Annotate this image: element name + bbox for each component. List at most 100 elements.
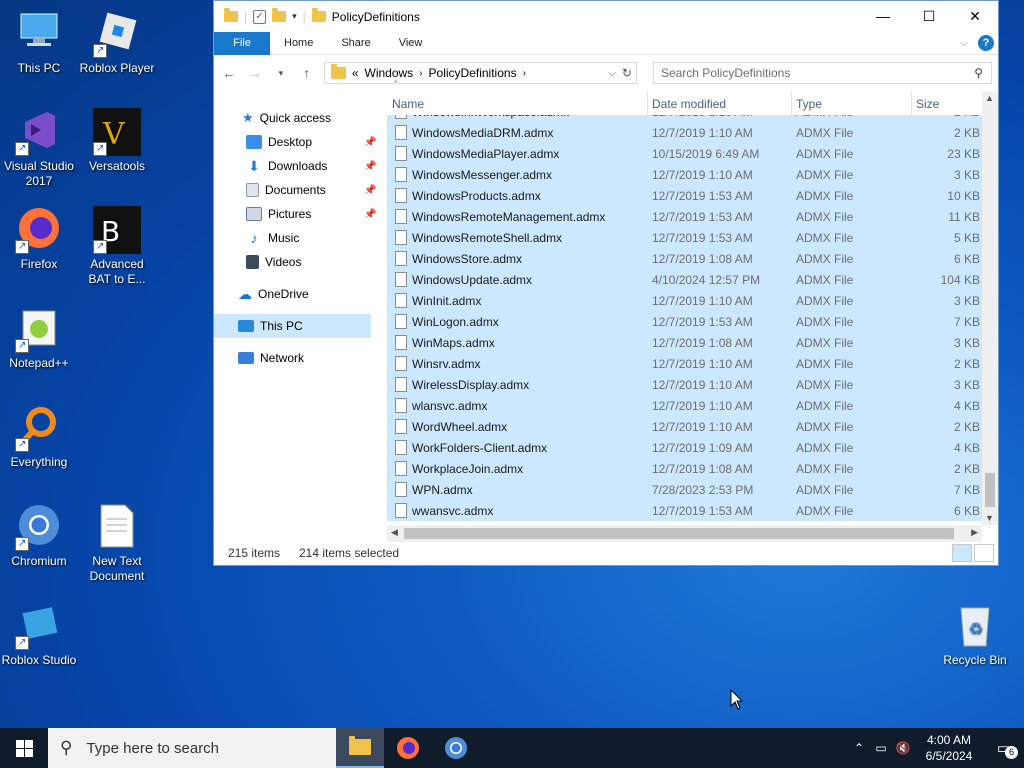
address-dropdown-icon[interactable]: ⌵ [608, 68, 616, 79]
scrollbar-thumb[interactable] [985, 473, 995, 507]
desktop-icon-firefox[interactable]: Firefox [0, 206, 78, 272]
nav-videos[interactable]: Videos [246, 250, 301, 274]
file-row[interactable]: WorkplaceJoin.admx 12/7/2019 1:08 AM ADMX … [387, 458, 982, 479]
desktop-icon-new-text-document[interactable]: New Text Document [78, 503, 156, 584]
scroll-up-icon[interactable]: ▲ [985, 93, 994, 103]
large-icons-view-icon[interactable] [974, 544, 994, 562]
file-row[interactable]: WindowsProducts.admx 12/7/2019 1:53 AM ADM… [387, 185, 982, 206]
search-input[interactable]: Search PolicyDefinitions ⚲ [652, 62, 993, 84]
desktop-icon-roblox-studio[interactable]: Roblox Studio [0, 602, 78, 668]
recent-locations-icon[interactable]: ▾ [272, 68, 290, 79]
scroll-right-icon[interactable]: ▶ [971, 527, 978, 538]
taskbar-firefox[interactable] [384, 728, 432, 768]
breadcrumb-separator-icon[interactable]: › [419, 68, 422, 79]
column-divider[interactable] [647, 91, 648, 115]
desktop-icon-versatools[interactable]: V Versatools [78, 108, 156, 174]
file-row[interactable]: WPN.admx 7/28/2023 2:53 PM ADMX File 7 KB [387, 479, 982, 500]
file-row[interactable]: WinLogon.admx 12/7/2019 1:53 AM ADMX File 7… [387, 311, 982, 332]
back-arrow-icon[interactable]: ← [220, 65, 238, 81]
column-divider[interactable] [791, 91, 792, 115]
volume-muted-icon[interactable]: 🔇 [892, 741, 914, 755]
maximize-button[interactable]: ☐ [906, 1, 952, 31]
pin-icon[interactable]: 📌 [364, 185, 376, 196]
nav-this-pc[interactable]: This PC [214, 314, 371, 338]
file-row[interactable]: Winsrv.admx 12/7/2019 1:10 AM ADMX File 2 K… [387, 353, 982, 374]
pin-icon[interactable]: 📌 [364, 209, 376, 220]
file-row[interactable]: WinMaps.admx 12/7/2019 1:08 AM ADMX File 3 … [387, 332, 982, 353]
file-row[interactable]: WindowsMediaDRM.admx 12/7/2019 1:10 AM ADM… [387, 122, 982, 143]
close-button[interactable]: ✕ [952, 1, 998, 31]
file-row[interactable]: WindowsInkWorkspace.admx 12/7/2019 1:10 A… [387, 115, 982, 122]
start-button[interactable] [0, 728, 48, 768]
nav-documents[interactable]: Documents 📌 [246, 178, 376, 202]
title-bar[interactable]: | ✓ ▾ | PolicyDefinitions — ☐ ✕ [214, 1, 998, 32]
desktop-icon-notepad[interactable]: Notepad++ [0, 305, 78, 371]
desktop-icon-advanced-bat-to-e[interactable]: B Advanced BAT to E... [78, 206, 156, 287]
file-row[interactable]: WorkFolders-Client.admx 12/7/2019 1:09 AM… [387, 437, 982, 458]
address-bar[interactable]: « Windows › PolicyDefinitions › ⌵ ↻ [323, 62, 637, 84]
column-size[interactable]: Size [916, 97, 939, 111]
up-arrow-icon[interactable]: ↑ [298, 65, 316, 81]
network-icon[interactable]: ▭ [870, 741, 892, 755]
file-row[interactable]: wwansvc.admx 12/7/2019 1:53 AM ADMX File 6 … [387, 500, 982, 521]
taskbar-chromium[interactable] [432, 728, 480, 768]
pin-icon[interactable]: 📌 [364, 161, 376, 172]
file-row[interactable]: WindowsMediaPlayer.admx 10/15/2019 6:49 A… [387, 143, 982, 164]
file-row[interactable]: WindowsStore.admx 12/7/2019 1:08 AM ADMX F… [387, 248, 982, 269]
breadcrumb-windows[interactable]: Windows [365, 66, 414, 80]
file-row[interactable]: WindowsRemoteManagement.admx 12/7/2019 1:… [387, 206, 982, 227]
nav-downloads[interactable]: ⬇ Downloads 📌 [246, 154, 376, 178]
file-row[interactable]: WindowsRemoteShell.admx 12/7/2019 1:53 AM… [387, 227, 982, 248]
file-row[interactable]: WindowsUpdate.admx 4/10/2024 12:57 PM ADMX… [387, 269, 982, 290]
tab-file[interactable]: File [214, 31, 270, 55]
column-name[interactable]: Name [392, 97, 424, 111]
scroll-left-icon[interactable]: ◀ [391, 527, 398, 538]
file-row[interactable]: WordWheel.admx 12/7/2019 1:10 AM ADMX File… [387, 416, 982, 437]
desktop-icon-this-pc[interactable]: This PC [0, 10, 78, 76]
taskbar-search-box[interactable]: ⚲ Type here to search [48, 728, 336, 768]
action-center-button[interactable]: ▭ 6 [984, 739, 1024, 759]
properties-icon[interactable]: ✓ [253, 9, 267, 24]
column-date-modified[interactable]: Date modified [652, 97, 726, 111]
nav-pictures[interactable]: Pictures 📌 [246, 202, 376, 226]
tab-view[interactable]: View [385, 37, 437, 49]
forward-arrow-icon[interactable]: → [246, 65, 264, 81]
file-row[interactable]: WinInit.admx 12/7/2019 1:10 AM ADMX File 3 … [387, 290, 982, 311]
new-folder-icon[interactable] [272, 8, 287, 22]
file-row[interactable]: WirelessDisplay.admx 12/7/2019 1:10 AM ADM… [387, 374, 982, 395]
show-hidden-icons-icon[interactable]: ⌃ [848, 741, 870, 755]
minimize-button[interactable]: — [860, 1, 906, 31]
tab-share[interactable]: Share [327, 37, 384, 49]
address-overflow[interactable]: « [352, 66, 359, 80]
clock[interactable]: 4:00 AM 6/5/2024 [914, 732, 984, 764]
horizontal-scrollbar[interactable]: ◀ ▶ [387, 525, 982, 542]
desktop-icon-visual-studio-2017[interactable]: Visual Studio 2017 [0, 108, 78, 189]
file-row[interactable]: wlansvc.admx 12/7/2019 1:10 AM ADMX File 4 … [387, 395, 982, 416]
nav-onedrive[interactable]: ☁ OneDrive [238, 282, 309, 306]
customize-toolbar-icon[interactable]: ▾ [292, 11, 297, 22]
nav-label: Downloads [268, 159, 328, 173]
desktop-icon-recycle-bin[interactable]: ♻ Recycle Bin [936, 602, 1014, 668]
desktop-icon-roblox-player[interactable]: Roblox Player [78, 10, 156, 76]
column-divider[interactable] [911, 91, 912, 115]
file-row[interactable]: WindowsMessenger.admx 12/7/2019 1:10 AM AD… [387, 164, 982, 185]
taskbar-file-explorer[interactable] [336, 728, 384, 768]
details-view-icon[interactable] [952, 544, 972, 562]
help-icon[interactable]: ? [978, 35, 994, 51]
scroll-down-icon[interactable]: ▼ [985, 513, 994, 523]
column-type[interactable]: Type [796, 97, 822, 111]
breadcrumb-separator-icon[interactable]: › [523, 68, 526, 79]
tab-home[interactable]: Home [270, 37, 327, 49]
desktop-icon-everything[interactable]: Everything [0, 404, 78, 470]
nav-music[interactable]: ♪ Music [246, 226, 300, 250]
nav-network[interactable]: Network [238, 346, 304, 370]
pin-icon[interactable]: 📌 [364, 137, 376, 148]
refresh-icon[interactable]: ↻ [622, 66, 632, 80]
breadcrumb-policydefinitions[interactable]: PolicyDefinitions [429, 66, 517, 80]
vertical-scrollbar[interactable]: ▲ ▼ [982, 91, 998, 525]
expand-ribbon-icon[interactable]: ⌵ [960, 38, 968, 49]
nav-desktop[interactable]: Desktop 📌 [246, 130, 376, 154]
nav-quick-access[interactable]: ★ Quick access [242, 106, 331, 130]
desktop-icon-chromium[interactable]: Chromium [0, 503, 78, 569]
scrollbar-thumb[interactable] [404, 528, 954, 539]
